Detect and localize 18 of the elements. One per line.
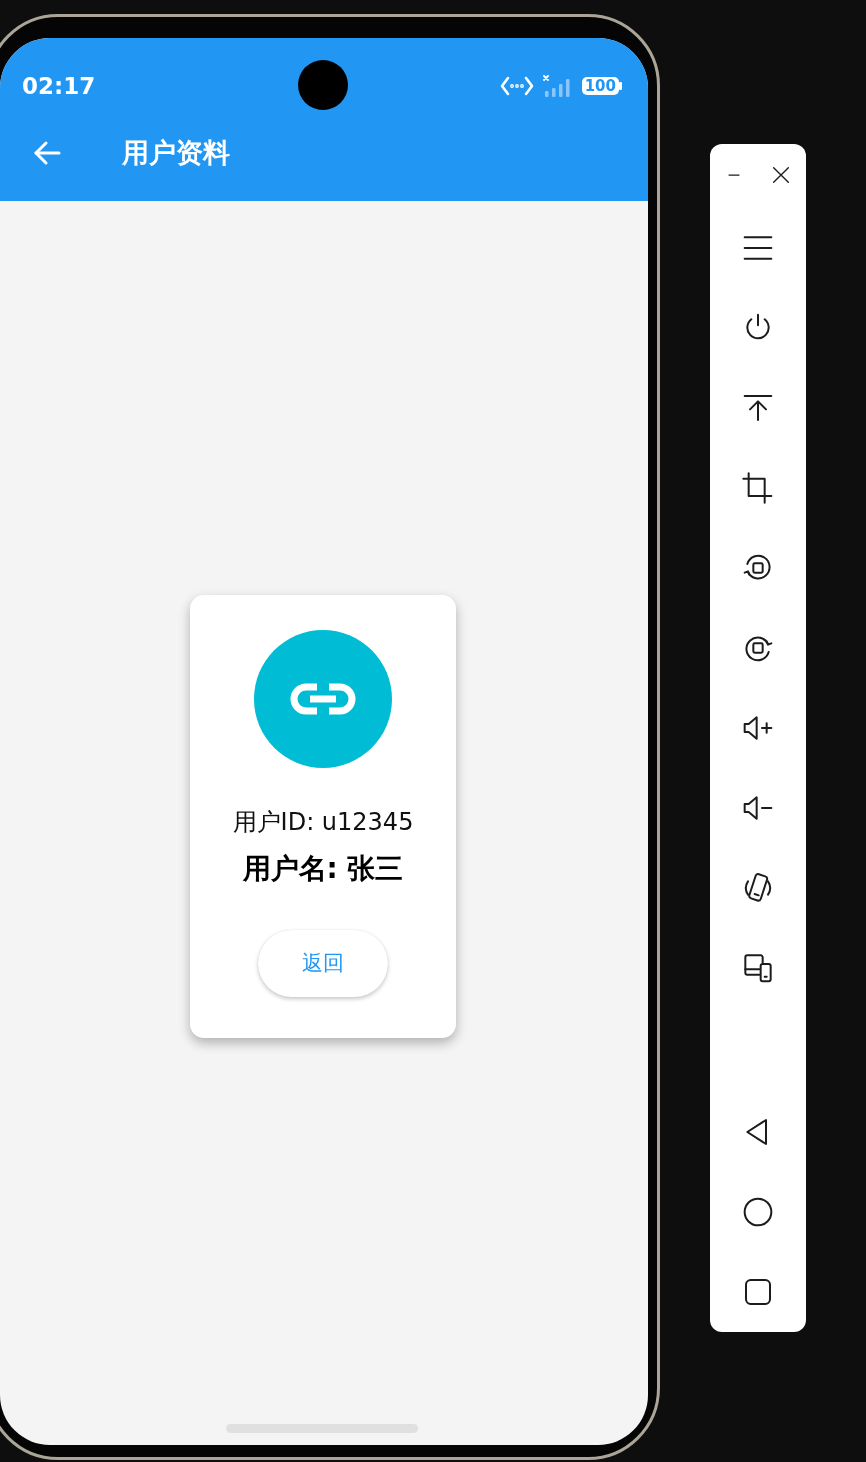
battery-level: 100 [581, 77, 619, 95]
home-circle-icon[interactable] [742, 1196, 774, 1228]
battery-tip-icon [619, 82, 622, 90]
back-arrow-icon [33, 140, 61, 165]
upload-to-top-icon[interactable] [742, 392, 774, 424]
return-button[interactable]: 返回 [258, 929, 388, 997]
close-icon[interactable] [770, 164, 792, 186]
crop-icon[interactable] [742, 472, 774, 504]
overview-square-icon[interactable] [742, 1276, 774, 1308]
user-id: 用户ID: u12345 [232, 806, 414, 838]
tablet-and-phone-icon[interactable] [742, 952, 774, 984]
camera-hole [298, 60, 348, 110]
status-time: 02:17 [22, 73, 96, 99]
shaking-phone-icon[interactable] [742, 872, 774, 904]
data-transfer-icon [499, 76, 534, 96]
app-title: 用户资料 [122, 135, 230, 170]
user-name: 用户名: 张三 [242, 850, 404, 887]
link-avatar-icon [254, 629, 392, 768]
